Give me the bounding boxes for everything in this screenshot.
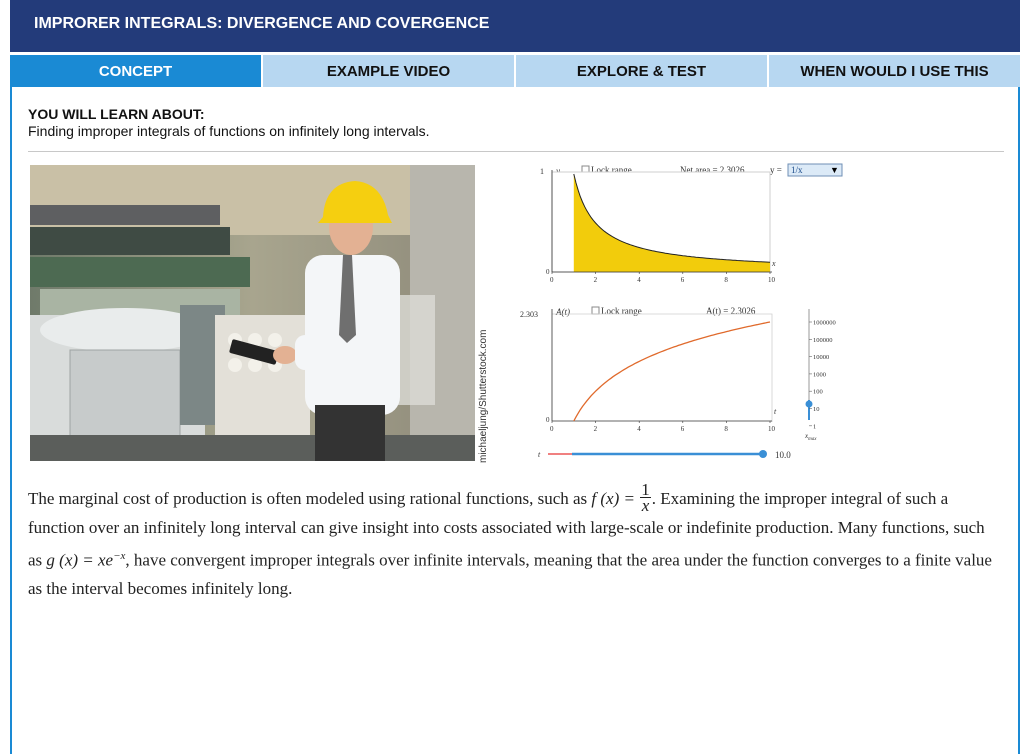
- bottom-lock-label: Lock range: [601, 306, 642, 316]
- xmax-tick-label: 10000: [813, 354, 829, 361]
- page-title: IMPRORER INTEGRALS: DIVERGENCE AND COVER…: [10, 0, 1020, 52]
- bottom-x-tick: 4: [637, 425, 641, 433]
- content-panel: YOU WILL LEARN ABOUT: Finding improper i…: [10, 87, 1020, 754]
- body-paragraph: The marginal cost of production is often…: [28, 481, 1003, 604]
- top-x-label: x: [771, 259, 776, 268]
- function-prefix: y =: [770, 165, 782, 175]
- gx-formula: g (x) = xe: [46, 550, 114, 570]
- tab-example-video[interactable]: EXAMPLE VIDEO: [263, 55, 516, 87]
- tab-when-use[interactable]: WHEN WOULD I USE THIS: [769, 55, 1020, 87]
- xmax-tick-label: 100: [813, 389, 823, 396]
- top-y-min-tick: 0: [546, 268, 550, 276]
- bottom-y-label: A(t): [555, 307, 570, 317]
- fraction: 1x: [640, 481, 651, 515]
- bottom-graph: 2.303 A(t) Lock range A(t) = 2.3026 0 t …: [520, 306, 777, 433]
- bottom-x-label: t: [774, 407, 777, 416]
- t-slider-value: 10.0: [775, 450, 791, 460]
- fx-formula: f (x) =: [591, 489, 640, 508]
- learn-heading: YOU WILL LEARN ABOUT:: [28, 106, 205, 122]
- xmax-tick-label: 1000000: [813, 320, 836, 327]
- t-slider-label: t: [538, 450, 541, 459]
- graph-widget: 1 y Lock range Net area = 2.3026 y = 1/x…: [520, 162, 850, 467]
- learn-text: Finding improper integrals of functions …: [28, 123, 430, 139]
- xmax-tick-label: 1: [813, 423, 816, 430]
- bottom-area-label: A(t) = 2.3026: [706, 306, 756, 316]
- fraction-denominator: x: [641, 495, 650, 515]
- xmax-label: xmax: [804, 432, 817, 442]
- xmax-tick-label: 10: [813, 406, 820, 413]
- top-y-max-tick: 1: [540, 167, 544, 176]
- xmax-handle[interactable]: [805, 400, 813, 408]
- xmax-scale[interactable]: 1000000 100000 10000 1000 100 10 1 xmax: [804, 309, 836, 442]
- function-select[interactable]: 1/x ▼: [787, 163, 843, 177]
- bottom-x-tick: 8: [724, 425, 728, 433]
- chevron-down-icon: ▼: [830, 165, 839, 175]
- top-x-tick: 8: [724, 276, 728, 284]
- bottom-x-tick: 0: [550, 425, 554, 433]
- top-x-tick: 2: [594, 276, 598, 284]
- tab-explore-test[interactable]: EXPLORE & TEST: [516, 55, 769, 87]
- bottom-lock-checkbox[interactable]: [591, 306, 600, 315]
- t-slider-handle[interactable]: [759, 450, 767, 458]
- t-slider[interactable]: t 10.0: [538, 450, 791, 460]
- top-x-tick: 4: [637, 276, 641, 284]
- para-part-1: The marginal cost of production is often…: [28, 489, 592, 508]
- divider: [28, 151, 1004, 152]
- top-x-tick: 0: [550, 276, 554, 284]
- gx-exponent: −x: [113, 550, 126, 562]
- top-x-tick: 10: [768, 276, 776, 284]
- bottom-x-tick: 2: [594, 425, 598, 433]
- top-x-tick: 6: [681, 276, 685, 284]
- tab-concept[interactable]: CONCEPT: [10, 55, 263, 87]
- function-select-value: 1/x: [791, 165, 803, 175]
- photo-credit: michaeljung/Shutterstock.com: [478, 329, 489, 463]
- bottom-x-tick: 6: [681, 425, 685, 433]
- bottom-y-min-tick: 0: [546, 416, 550, 424]
- bottom-x-tick: 10: [768, 425, 776, 433]
- para-part-3: , have convergent improper integrals ove…: [28, 550, 992, 599]
- factory-photo: [30, 165, 475, 461]
- xmax-tick-label: 100000: [813, 337, 833, 344]
- xmax-tick-label: 1000: [813, 371, 826, 378]
- bottom-y-max-tick: 2.303: [520, 310, 538, 319]
- top-graph: 1 y Lock range Net area = 2.3026 y = 1/x…: [540, 163, 843, 284]
- tab-bar: CONCEPT EXAMPLE VIDEO EXPLORE & TEST WHE…: [10, 55, 1020, 87]
